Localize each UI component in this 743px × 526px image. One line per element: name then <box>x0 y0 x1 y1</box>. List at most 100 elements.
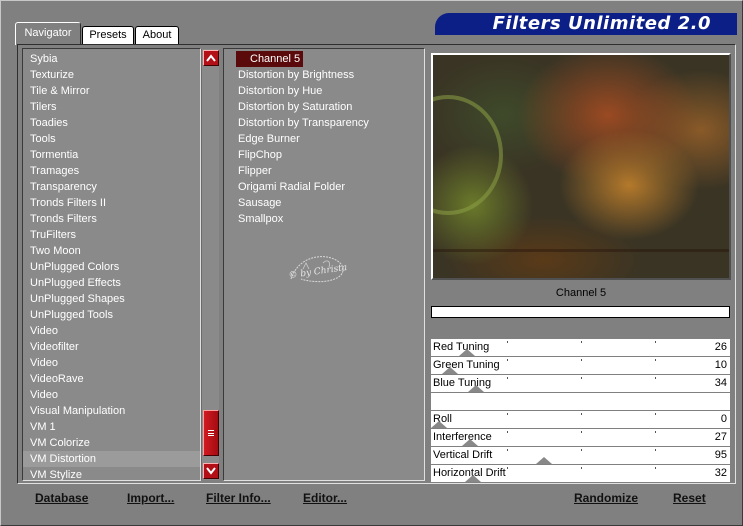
category-item[interactable]: Two Moon <box>23 243 200 259</box>
current-filter-label: Channel 5 <box>555 287 607 299</box>
slider-tick <box>581 413 582 415</box>
category-item[interactable]: Tools <box>23 131 200 147</box>
filter-item[interactable]: Channel 5 <box>224 51 424 67</box>
filters-unlimited-window: Filters Unlimited 2.0 Presets About Navi… <box>0 0 743 526</box>
scroll-up-button[interactable] <box>203 50 219 66</box>
progress-bar <box>431 306 730 318</box>
slider-red-tuning[interactable]: Red Tuning 26 <box>431 339 730 356</box>
slider-thumb[interactable] <box>465 475 481 482</box>
category-item[interactable]: VM Distortion <box>23 451 200 467</box>
slider-interference[interactable]: Interference 27 <box>431 429 730 446</box>
slider-value: 26 <box>714 341 727 353</box>
preview-image <box>431 53 731 280</box>
import-button[interactable]: Import... <box>127 490 174 506</box>
category-item[interactable]: Video <box>23 387 200 403</box>
category-item[interactable]: Tramages <box>23 163 200 179</box>
category-item[interactable]: Visual Manipulation <box>23 403 200 419</box>
filter-item[interactable]: Sausage <box>224 195 424 211</box>
filter-item[interactable]: Flipper <box>224 163 424 179</box>
category-item[interactable]: Texturize <box>23 67 200 83</box>
slider-tick <box>581 377 582 379</box>
filter-item[interactable]: Distortion by Hue <box>224 83 424 99</box>
category-item[interactable]: UnPlugged Tools <box>23 307 200 323</box>
category-item[interactable]: UnPlugged Effects <box>23 275 200 291</box>
slider-tick <box>655 413 656 415</box>
slider-vertical-drift[interactable]: Vertical Drift 95 <box>431 447 730 464</box>
slider-thumb[interactable] <box>431 421 447 428</box>
category-item[interactable]: Transparency <box>23 179 200 195</box>
scroll-thumb[interactable] <box>203 410 219 456</box>
randomize-button[interactable]: Randomize <box>574 490 638 506</box>
slider-horizontal-drift[interactable]: Horizontal Drift 32 <box>431 465 730 482</box>
slider-tick <box>655 449 656 451</box>
filter-item[interactable]: Smallpox <box>224 211 424 227</box>
category-item[interactable]: Videofilter <box>23 339 200 355</box>
filter-item[interactable]: Edge Burner <box>224 131 424 147</box>
watermark-signature: © by Christa <box>288 256 348 283</box>
slider-thumb[interactable] <box>536 457 552 464</box>
filter-item[interactable]: Distortion by Saturation <box>224 99 424 115</box>
reset-button[interactable]: Reset <box>673 490 706 506</box>
category-list[interactable]: Sybia Texturize Tile & Mirror Tilers Toadies… <box>22 48 201 481</box>
slider-value: 95 <box>714 449 727 461</box>
slider-value: 34 <box>714 377 727 389</box>
slider-value: 32 <box>714 467 727 479</box>
slider-thumb[interactable] <box>462 439 478 446</box>
category-item[interactable]: UnPlugged Colors <box>23 259 200 275</box>
category-item[interactable]: UnPlugged Shapes <box>23 291 200 307</box>
title-banner: Filters Unlimited 2.0 <box>435 13 737 35</box>
slider-tick <box>581 359 582 361</box>
empty-control-row <box>431 393 730 410</box>
slider-tick <box>581 431 582 433</box>
category-item[interactable]: Tilers <box>23 99 200 115</box>
tab-presets[interactable]: Presets <box>82 26 134 44</box>
category-item[interactable]: Toadies <box>23 115 200 131</box>
filter-item[interactable]: Distortion by Transparency <box>224 115 424 131</box>
editor-button[interactable]: Editor... <box>303 490 347 506</box>
slider-tick <box>507 413 508 415</box>
slider-blue-tuning[interactable]: Blue Tuning 34 <box>431 375 730 392</box>
slider-thumb[interactable] <box>459 349 475 356</box>
slider-thumb[interactable] <box>468 385 484 392</box>
slider-thumb[interactable] <box>442 367 458 374</box>
category-item[interactable]: Tronds Filters <box>23 211 200 227</box>
slider-green-tuning[interactable]: Green Tuning 10 <box>431 357 730 374</box>
category-item[interactable]: VM Stylize <box>23 467 200 480</box>
category-item[interactable]: VM Colorize <box>23 435 200 451</box>
app-title: Filters Unlimited 2.0 <box>492 13 711 34</box>
category-item[interactable]: Video <box>23 323 200 339</box>
category-item[interactable]: Sybia <box>23 51 200 67</box>
slider-tick <box>655 467 656 469</box>
chevron-up-icon <box>206 54 216 62</box>
category-item[interactable]: Tronds Filters II <box>23 195 200 211</box>
slider-tick <box>581 341 582 343</box>
filter-item[interactable]: FlipChop <box>224 147 424 163</box>
grip-icon <box>208 430 214 436</box>
watermark-text: © by Christa <box>288 263 348 281</box>
category-item[interactable]: Video <box>23 355 200 371</box>
tab-navigator[interactable]: Navigator <box>15 22 81 45</box>
category-item[interactable]: TruFilters <box>23 227 200 243</box>
category-item[interactable]: VM 1 <box>23 419 200 435</box>
slider-value: 0 <box>720 413 727 425</box>
chevron-down-icon <box>206 467 216 475</box>
slider-label: Vertical Drift <box>433 449 493 461</box>
slider-tick <box>581 467 582 469</box>
filter-item[interactable]: Distortion by Brightness <box>224 67 424 83</box>
category-item[interactable]: Tile & Mirror <box>23 83 200 99</box>
filter-item[interactable]: Origami Radial Folder <box>224 179 424 195</box>
category-scrollbar[interactable] <box>201 49 219 480</box>
category-item[interactable]: Tormentia <box>23 147 200 163</box>
slider-tick <box>507 377 508 379</box>
slider-roll[interactable]: Roll 0 <box>431 411 730 428</box>
slider-value: 27 <box>714 431 727 443</box>
filter-info-button[interactable]: Filter Info... <box>206 490 271 506</box>
database-button[interactable]: Database <box>35 490 88 506</box>
slider-tick <box>507 467 508 469</box>
slider-tick <box>655 341 656 343</box>
slider-tick <box>507 431 508 433</box>
scroll-down-button[interactable] <box>203 463 219 479</box>
category-item[interactable]: VideoRave <box>23 371 200 387</box>
tab-about[interactable]: About <box>135 26 179 44</box>
selected-filter-label: Channel 5 <box>236 51 304 67</box>
